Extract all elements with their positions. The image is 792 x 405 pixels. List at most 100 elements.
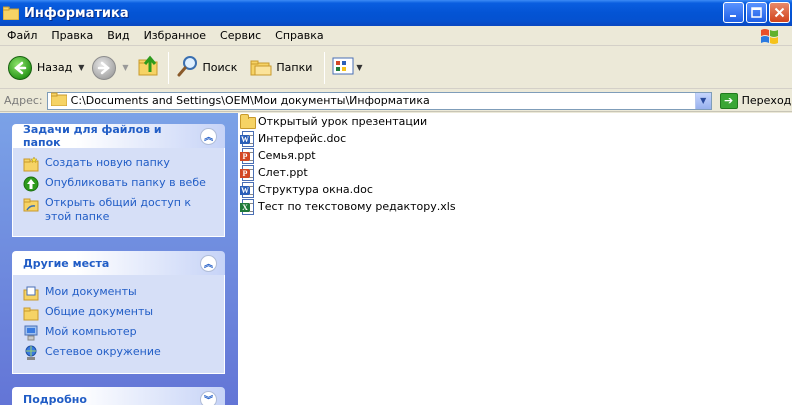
place-label: Мои документы <box>45 285 137 298</box>
share-folder-icon <box>23 196 39 212</box>
list-item[interactable]: W Интерфейс.doc <box>240 130 346 147</box>
chevron-down-icon[interactable]: ▼ <box>78 63 84 72</box>
web-publish-icon <box>23 176 39 192</box>
my-documents-icon <box>23 285 39 301</box>
address-path: C:\Documents and Settings\OEM\Мои докуме… <box>70 94 430 107</box>
list-item[interactable]: P Слет.ppt <box>240 164 308 181</box>
minimize-icon <box>729 14 736 17</box>
folders-label: Папки <box>276 61 313 74</box>
network-icon <box>23 345 39 361</box>
go-label: Переход <box>741 94 792 107</box>
list-item[interactable]: Открытый урок презентации <box>240 113 427 130</box>
toolbar-separator <box>324 51 326 84</box>
task-publish-web[interactable]: Опубликовать папку в вебе <box>23 176 218 192</box>
menu-help[interactable]: Справка <box>268 29 330 42</box>
search-icon <box>176 54 200 81</box>
list-item[interactable]: X Тест по текстовому редактору.xls <box>240 198 456 215</box>
title-bar[interactable]: Информатика <box>0 0 792 26</box>
other-places-title: Другие места <box>23 256 110 270</box>
back-arrow-icon <box>8 55 32 80</box>
collapse-icon[interactable]: ︽ <box>200 254 217 272</box>
search-button[interactable]: Поиск <box>172 51 242 85</box>
file-tasks-body: Создать новую папку Опубликовать папку в… <box>12 148 225 237</box>
up-button[interactable] <box>133 51 165 85</box>
menu-favorites[interactable]: Избранное <box>137 29 213 42</box>
windows-logo-icon <box>758 27 784 45</box>
menu-bar: Файл Правка Вид Избранное Сервис Справка <box>0 26 792 46</box>
menu-file[interactable]: Файл <box>0 29 44 42</box>
close-icon <box>774 7 785 18</box>
folder-icon <box>2 6 20 21</box>
other-places-panel: Другие места ︽ Мои документы Общие докум… <box>12 251 225 374</box>
place-network[interactable]: Сетевое окружение <box>23 345 218 361</box>
file-name: Интерфейс.doc <box>258 132 347 145</box>
word-document-icon: W <box>240 181 256 198</box>
file-name: Семья.ppt <box>258 149 316 162</box>
go-button[interactable]: ➔ Переход <box>719 92 792 109</box>
details-header[interactable]: Подробно ︾ <box>12 387 225 405</box>
toolbar: Назад ▼ ▼ Поиск Папки ▼ <box>0 47 792 89</box>
list-item[interactable]: P Семья.ppt <box>240 147 316 164</box>
menu-view[interactable]: Вид <box>100 29 136 42</box>
search-label: Поиск <box>202 61 238 74</box>
other-places-body: Мои документы Общие документы Мой компью… <box>12 275 225 374</box>
toolbar-separator <box>167 51 169 84</box>
views-icon <box>332 56 354 79</box>
forward-arrow-icon <box>92 55 117 80</box>
minimize-button[interactable] <box>723 2 744 23</box>
shared-documents-icon <box>23 305 39 321</box>
place-my-documents[interactable]: Мои документы <box>23 285 218 301</box>
close-button[interactable] <box>769 2 790 23</box>
details-panel: Подробно ︾ <box>12 387 225 405</box>
views-button[interactable]: ▼ <box>328 51 366 85</box>
menu-tools[interactable]: Сервис <box>213 29 268 42</box>
word-document-icon: W <box>240 130 256 147</box>
maximize-icon <box>751 7 762 18</box>
file-name: Тест по текстовому редактору.xls <box>258 200 456 213</box>
file-list: Открытый урок презентации W Интерфейс.do… <box>238 113 792 405</box>
excel-icon: X <box>240 198 256 215</box>
place-label: Общие документы <box>45 305 154 318</box>
task-new-folder[interactable]: Создать новую папку <box>23 156 218 172</box>
address-label: Адрес: <box>4 94 43 107</box>
menu-edit[interactable]: Правка <box>44 29 100 42</box>
place-my-computer[interactable]: Мой компьютер <box>23 325 218 341</box>
task-label: Опубликовать папку в вебе <box>45 176 206 189</box>
chevron-down-icon[interactable]: ▼ <box>694 92 711 109</box>
file-name: Слет.ppt <box>258 166 308 179</box>
chevron-down-icon[interactable]: ▼ <box>356 63 362 72</box>
expand-icon[interactable]: ︾ <box>200 390 217 405</box>
window-title: Информатика <box>24 5 129 21</box>
file-tasks-title: Задачи для файлов и папок <box>23 123 162 149</box>
my-computer-icon <box>23 325 39 341</box>
chevron-down-icon[interactable]: ▼ <box>122 63 128 72</box>
file-name: Структура окна.doc <box>258 183 373 196</box>
file-name: Открытый урок презентации <box>258 115 428 128</box>
task-pane: Задачи для файлов и папок ︽ Создать нову… <box>0 113 238 405</box>
folders-button[interactable]: Папки <box>245 51 316 85</box>
details-title: Подробно <box>23 392 87 405</box>
powerpoint-icon: P <box>240 147 256 164</box>
new-folder-icon <box>23 156 39 172</box>
place-shared-documents[interactable]: Общие документы <box>23 305 218 321</box>
task-share-folder[interactable]: Открыть общий доступ к этой папке <box>23 196 218 224</box>
maximize-button[interactable] <box>746 2 767 23</box>
folders-icon <box>249 54 273 81</box>
address-input[interactable]: C:\Documents and Settings\OEM\Мои докуме… <box>46 91 712 110</box>
folder-up-icon <box>137 54 161 81</box>
other-places-header[interactable]: Другие места ︽ <box>12 251 225 275</box>
forward-button[interactable]: ▼ <box>88 51 132 85</box>
collapse-icon[interactable]: ︽ <box>200 127 217 145</box>
go-arrow-icon: ➔ <box>719 92 738 109</box>
task-label: Создать новую папку <box>45 156 170 169</box>
folder-icon <box>50 92 68 109</box>
place-label: Мой компьютер <box>45 325 137 338</box>
folder-icon <box>240 113 256 130</box>
place-label: Сетевое окружение <box>45 345 161 358</box>
back-label: Назад <box>37 61 73 74</box>
address-bar: Адрес: C:\Documents and Settings\OEM\Мои… <box>0 90 792 112</box>
powerpoint-icon: P <box>240 164 256 181</box>
list-item[interactable]: W Структура окна.doc <box>240 181 373 198</box>
back-button[interactable]: Назад ▼ <box>4 51 88 85</box>
file-tasks-header[interactable]: Задачи для файлов и папок ︽ <box>12 123 225 149</box>
